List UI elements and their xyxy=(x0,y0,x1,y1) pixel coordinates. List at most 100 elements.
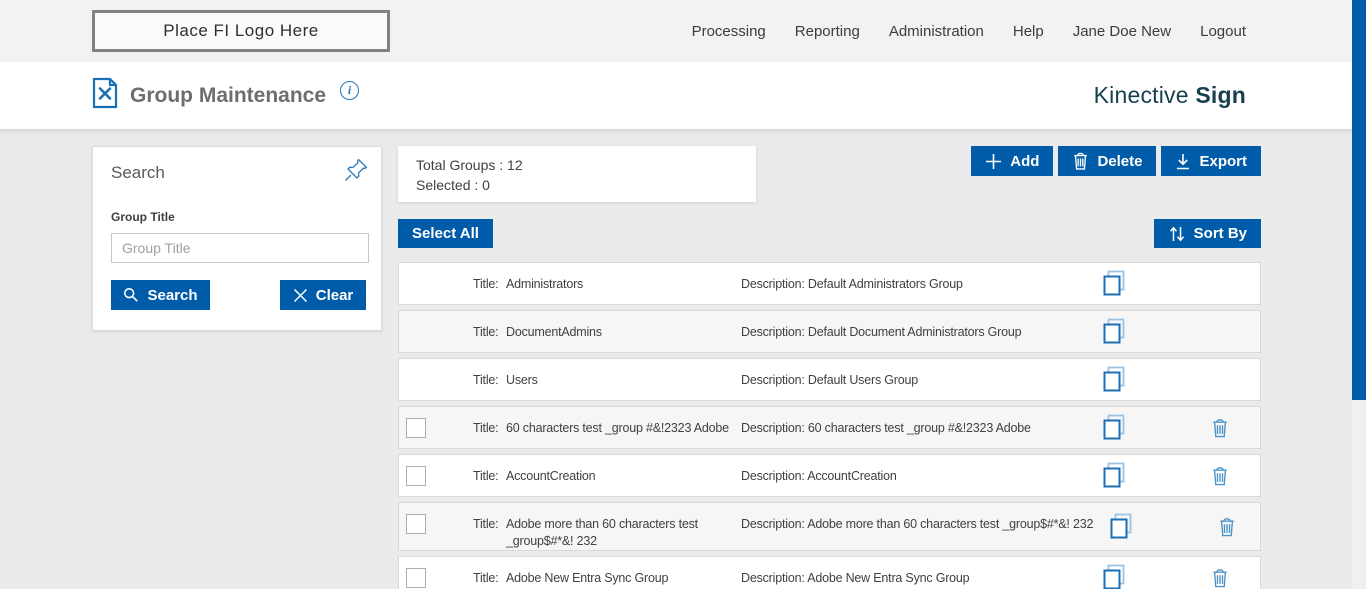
info-icon[interactable]: i xyxy=(340,81,359,100)
row-checkbox[interactable] xyxy=(406,418,426,438)
export-button-label: Export xyxy=(1199,153,1247,170)
group-title-label: Group Title xyxy=(111,210,366,224)
row-description-value: 60 characters test _group #&!2323 Adobe xyxy=(808,421,1031,435)
delete-group-button[interactable] xyxy=(1192,465,1248,487)
nav-user-jane-doe-new[interactable]: Jane Doe New xyxy=(1073,23,1171,40)
row-checkbox[interactable] xyxy=(406,568,426,588)
group-title-input[interactable] xyxy=(111,233,369,263)
delete-button-label: Delete xyxy=(1097,153,1142,170)
trash-icon xyxy=(1211,417,1229,439)
clear-button[interactable]: Clear xyxy=(280,280,366,310)
copy-group-button[interactable] xyxy=(1086,270,1142,297)
export-button[interactable]: Export xyxy=(1161,146,1261,176)
row-title-value: AccountCreation xyxy=(506,468,731,485)
fi-logo-placeholder: Place FI Logo Here xyxy=(92,10,390,52)
group-row: Title: AccountCreation Description: Acco… xyxy=(398,454,1261,497)
copy-icon xyxy=(1102,462,1126,489)
row-checkbox[interactable] xyxy=(406,514,426,534)
nav-processing[interactable]: Processing xyxy=(692,23,766,40)
delete-button[interactable]: Delete xyxy=(1058,146,1156,176)
group-maintenance-icon xyxy=(92,77,118,114)
search-button[interactable]: Search xyxy=(111,280,210,310)
nav-help[interactable]: Help xyxy=(1013,23,1044,40)
sort-by-button[interactable]: Sort By xyxy=(1154,219,1261,248)
brand-kinective: Kinective xyxy=(1094,82,1189,108)
add-button[interactable]: Add xyxy=(971,146,1053,176)
row-description-value: Adobe more than 60 characters test _grou… xyxy=(807,517,1093,531)
trash-icon xyxy=(1218,516,1236,538)
plus-icon xyxy=(985,153,1002,170)
copy-group-button[interactable] xyxy=(1086,564,1142,589)
copy-group-button[interactable] xyxy=(1093,513,1149,540)
row-description-label: Description: xyxy=(741,421,808,435)
row-description-value: Adobe New Entra Sync Group xyxy=(807,571,969,585)
copy-icon xyxy=(1102,366,1126,393)
copy-icon xyxy=(1102,414,1126,441)
scrollbar-thumb[interactable] xyxy=(1352,0,1366,400)
delete-group-button[interactable] xyxy=(1199,516,1255,538)
select-all-label: Select All xyxy=(412,225,479,242)
search-panel: Search Group Title Search Clear xyxy=(92,146,382,331)
page-scrollbar[interactable] xyxy=(1352,0,1366,589)
row-title-value: Users xyxy=(506,372,731,389)
row-title-label: Title: xyxy=(473,324,506,341)
row-title-value: Adobe more than 60 characters test _grou… xyxy=(506,516,731,550)
row-title-value: Adobe New Entra Sync Group xyxy=(506,570,731,587)
trash-icon xyxy=(1072,151,1089,171)
fi-logo-text: Place FI Logo Here xyxy=(163,21,318,41)
row-description-label: Description: xyxy=(741,373,808,387)
nav-administration[interactable]: Administration xyxy=(889,23,984,40)
page-title: Group Maintenance xyxy=(130,84,326,108)
download-icon xyxy=(1175,153,1191,170)
group-row: Title: Adobe New Entra Sync Group Descri… xyxy=(398,556,1261,589)
row-description-label: Description: xyxy=(741,571,807,585)
copy-icon xyxy=(1109,513,1133,540)
nav-reporting[interactable]: Reporting xyxy=(795,23,860,40)
row-checkbox[interactable] xyxy=(406,466,426,486)
row-title-label: Title: xyxy=(473,516,506,550)
group-row: Title: Administrators Description: Defau… xyxy=(398,262,1261,305)
add-button-label: Add xyxy=(1010,153,1039,170)
content-area: Search Group Title Search Clear xyxy=(0,130,1366,589)
row-title-value: 60 characters test _group #&!2323 Adobe xyxy=(506,420,731,437)
pin-icon[interactable] xyxy=(343,157,369,188)
row-description-label: Description: xyxy=(741,325,808,339)
sort-by-label: Sort By xyxy=(1194,225,1247,242)
top-bar: Place FI Logo Here Processing Reporting … xyxy=(0,0,1366,62)
group-row: Title: Adobe more than 60 characters tes… xyxy=(398,502,1261,551)
row-description-label: Description: xyxy=(741,469,807,483)
row-description-label: Description: xyxy=(741,517,807,531)
sort-arrows-icon xyxy=(1168,225,1186,243)
search-icon xyxy=(123,287,139,303)
row-description-value: Default Document Administrators Group xyxy=(808,325,1022,339)
copy-icon xyxy=(1102,318,1126,345)
groups-list: Title: Administrators Description: Defau… xyxy=(398,262,1261,589)
select-all-button[interactable]: Select All xyxy=(398,219,493,248)
selected-count: Selected : 0 xyxy=(416,175,756,195)
trash-icon xyxy=(1211,465,1229,487)
group-row: Title: DocumentAdmins Description: Defau… xyxy=(398,310,1261,353)
row-title-label: Title: xyxy=(473,276,506,293)
row-title-value: Administrators xyxy=(506,276,731,293)
delete-group-button[interactable] xyxy=(1192,417,1248,439)
trash-icon xyxy=(1211,567,1229,589)
top-navigation: Processing Reporting Administration Help… xyxy=(692,23,1246,40)
summary-card: Total Groups : 12 Selected : 0 xyxy=(398,146,756,202)
copy-group-button[interactable] xyxy=(1086,318,1142,345)
row-title-label: Title: xyxy=(473,468,506,485)
copy-icon xyxy=(1102,564,1126,589)
total-groups-count: Total Groups : 12 xyxy=(416,155,756,175)
row-description-value: Default Users Group xyxy=(808,373,918,387)
group-row: Title: 60 characters test _group #&!2323… xyxy=(398,406,1261,449)
row-title-label: Title: xyxy=(473,372,506,389)
row-description-label: Description: xyxy=(741,277,808,291)
nav-logout[interactable]: Logout xyxy=(1200,23,1246,40)
row-description-value: AccountCreation xyxy=(807,469,896,483)
copy-group-button[interactable] xyxy=(1086,414,1142,441)
clear-button-label: Clear xyxy=(316,287,354,304)
main-panel: Total Groups : 12 Selected : 0 Add xyxy=(398,146,1261,589)
delete-group-button[interactable] xyxy=(1192,567,1248,589)
copy-group-button[interactable] xyxy=(1086,366,1142,393)
copy-group-button[interactable] xyxy=(1086,462,1142,489)
row-title-label: Title: xyxy=(473,420,506,437)
